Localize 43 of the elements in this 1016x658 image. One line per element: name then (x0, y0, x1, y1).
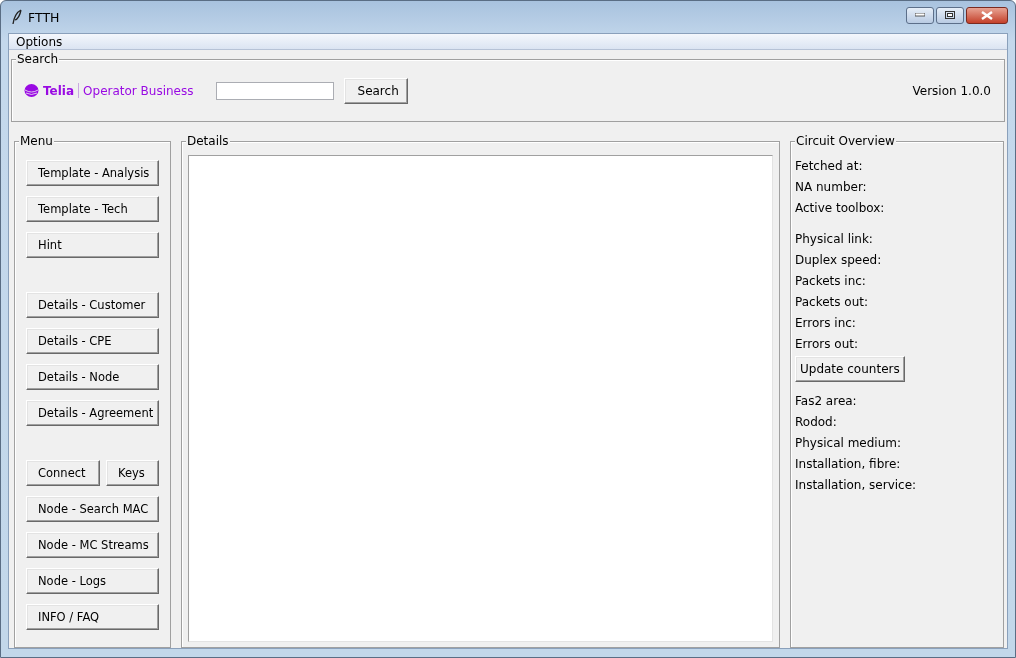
field-label: Physical link: (795, 231, 873, 248)
field-label: Physical medium: (795, 435, 901, 452)
field-label: NA number: (795, 179, 867, 196)
field-label: Installation, fibre: (795, 456, 901, 473)
maximize-button[interactable] (936, 6, 964, 24)
menu-item[interactable]: Options (15, 34, 64, 49)
field-label: Rodod: (795, 414, 837, 431)
field-label: Fas2 area: (795, 393, 857, 410)
button[interactable]: Update counters (795, 356, 905, 382)
button[interactable]: Node - MC Streams (26, 532, 159, 558)
button[interactable]: Details - Agreement (26, 400, 159, 426)
search-field[interactable] (215, 81, 334, 100)
logo-brand: Telia (43, 83, 75, 98)
button[interactable]: Details - CPE (26, 328, 159, 354)
minimize-icon (915, 13, 925, 17)
field-label: Duplex speed: (795, 252, 882, 269)
button[interactable]: Keys (106, 460, 159, 486)
field-label: Fetched at: (795, 158, 863, 175)
button[interactable]: Node - Search MAC (26, 496, 159, 522)
button[interactable]: Details - Node (26, 364, 159, 390)
logo-product: Operator Business (83, 83, 194, 98)
field-label: Errors out: (795, 336, 858, 353)
maximize-icon (945, 11, 955, 19)
button[interactable]: Details - Customer (26, 292, 159, 318)
feather-icon (12, 9, 22, 25)
close-button[interactable] (966, 6, 1008, 24)
button[interactable]: Template - Tech (26, 196, 159, 222)
field-label: Packets inc: (795, 273, 866, 290)
minimize-button[interactable] (906, 6, 934, 24)
field-label: Errors inc: (795, 315, 856, 332)
logo-icon (24, 83, 39, 99)
button[interactable]: Connect (26, 460, 100, 486)
button[interactable]: INFO / FAQ (26, 604, 159, 630)
field-label: Packets out: (795, 294, 869, 311)
search-button[interactable]: Search (343, 77, 408, 104)
field-label: Active toolbox: (795, 200, 885, 217)
button[interactable]: Template - Analysis (26, 160, 159, 186)
button[interactable]: Hint (26, 232, 159, 258)
button[interactable]: Node - Logs (26, 568, 159, 594)
version-label: Version 1.0.0 (912, 83, 991, 98)
field-label: Installation, service: (795, 477, 917, 494)
window-title: FTTH (28, 9, 60, 25)
close-icon (981, 10, 993, 20)
